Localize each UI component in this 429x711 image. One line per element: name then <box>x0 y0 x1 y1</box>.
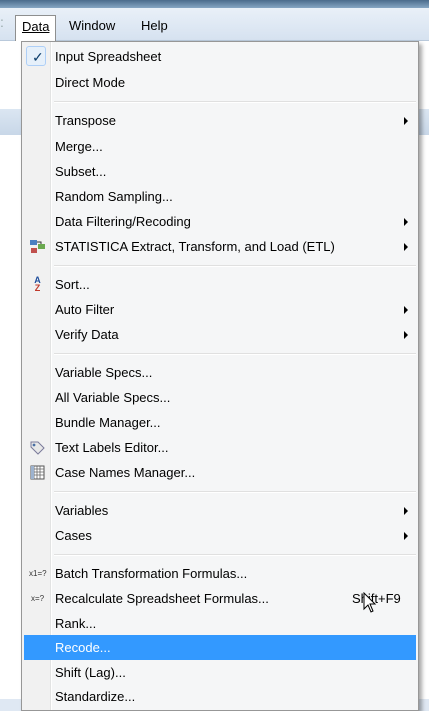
menu-item-label: STATISTICA Extract, Transform, and Load … <box>55 239 335 254</box>
menu-item-label: Subset... <box>55 164 107 179</box>
menu-item-recode[interactable]: Recode... <box>24 635 416 660</box>
menu-separator <box>54 101 416 103</box>
menu-item-recalculate-formulas[interactable]: x=? Recalculate Spreadsheet Formulas... … <box>24 586 416 611</box>
menu-item-merge[interactable]: Merge... <box>24 134 416 159</box>
menu-item-data-filtering[interactable]: Data Filtering/Recoding <box>24 209 416 234</box>
menu-item-label: Recode... <box>55 640 111 655</box>
menu-item-label: Auto Filter <box>55 302 115 317</box>
menu-separator <box>54 265 416 267</box>
menu-item-label: Input Spreadsheet <box>55 49 162 64</box>
menu-item-variables[interactable]: Variables <box>24 498 416 523</box>
formula-batch-icon: x1=? <box>29 569 47 578</box>
menu-help-label: Help <box>141 18 168 33</box>
menu-item-subset[interactable]: Subset... <box>24 159 416 184</box>
menu-item-verify-data[interactable]: Verify Data <box>24 322 416 347</box>
menu-separator <box>54 353 416 355</box>
menu-item-input-spreadsheet[interactable]: ✓ Input Spreadsheet <box>24 44 416 69</box>
tag-icon <box>29 439 46 456</box>
menu-data[interactable]: Data <box>15 15 57 41</box>
menu-window-label: Window <box>69 18 116 33</box>
menu-item-label: Rank... <box>55 616 97 631</box>
menu-item-label: Data Filtering/Recoding <box>55 214 191 229</box>
menu-help[interactable]: Help <box>135 15 174 37</box>
menu-item-rank[interactable]: Rank... <box>24 611 416 636</box>
menu-item-bundle-manager[interactable]: Bundle Manager... <box>24 410 416 435</box>
menu-item-direct-mode[interactable]: Direct Mode <box>24 70 416 95</box>
menu-item-label: Text Labels Editor... <box>55 440 169 455</box>
menu-item-label: Shift (Lag)... <box>55 665 126 680</box>
menu-item-label: Direct Mode <box>55 75 126 90</box>
menu-item-standardize[interactable]: Standardize... <box>24 684 416 709</box>
menu-data-label: Data <box>22 19 50 34</box>
menu-item-variable-specs[interactable]: Variable Specs... <box>24 360 416 385</box>
menu-item-sort[interactable]: A Z Sort... <box>24 272 416 297</box>
menu-separator <box>54 554 416 556</box>
mouse-cursor-icon <box>363 592 377 613</box>
menu-bar: : Data Window Help <box>0 8 429 41</box>
menu-item-label: Variable Specs... <box>55 365 153 380</box>
submenu-arrow-icon <box>404 507 408 515</box>
menu-item-auto-filter[interactable]: Auto Filter <box>24 297 416 322</box>
menu-item-label: Variables <box>55 503 109 518</box>
menu-item-random-sampling[interactable]: Random Sampling... <box>24 184 416 209</box>
submenu-arrow-icon <box>404 117 408 125</box>
menu-item-label: Random Sampling... <box>55 189 173 204</box>
formula-icon: x=? <box>30 594 45 603</box>
menu-item-transpose[interactable]: Transpose <box>24 108 416 133</box>
checkmark-box: ✓ <box>26 46 46 66</box>
menu-item-label: Standardize... <box>55 689 136 704</box>
menu-item-cases[interactable]: Cases <box>24 523 416 548</box>
checkmark-icon: ✓ <box>32 49 44 65</box>
submenu-arrow-icon <box>404 218 408 226</box>
menu-item-case-names-manager[interactable]: Case Names Manager... <box>24 460 416 485</box>
menu-item-all-variable-specs[interactable]: All Variable Specs... <box>24 385 416 410</box>
submenu-arrow-icon <box>404 306 408 314</box>
menu-item-label: Batch Transformation Formulas... <box>55 566 248 581</box>
menu-separator <box>54 491 416 493</box>
submenu-arrow-icon <box>404 331 408 339</box>
menubar-separator: : <box>0 14 4 30</box>
data-dropdown-menu: ✓ Input Spreadsheet Direct Mode Transpos… <box>21 41 419 711</box>
menu-item-batch-transformation-formulas[interactable]: x1=? Batch Transformation Formulas... <box>24 561 416 586</box>
submenu-arrow-icon <box>404 532 408 540</box>
menu-item-label: Case Names Manager... <box>55 465 196 480</box>
window-title-bar <box>0 0 429 8</box>
sort-az-icon: A Z <box>29 276 46 293</box>
menu-item-label: Merge... <box>55 139 103 154</box>
menu-window[interactable]: Window <box>63 15 121 37</box>
menu-item-text-labels-editor[interactable]: Text Labels Editor... <box>24 435 416 460</box>
menu-item-label: Bundle Manager... <box>55 415 161 430</box>
submenu-arrow-icon <box>404 243 408 251</box>
menu-item-label: All Variable Specs... <box>55 390 171 405</box>
menu-item-label: Transpose <box>55 113 116 128</box>
menu-item-label: Verify Data <box>55 327 119 342</box>
sort-icon-z: Z <box>34 283 41 293</box>
menu-item-etl[interactable]: STATISTICA Extract, Transform, and Load … <box>24 234 416 259</box>
menu-item-shift-lag[interactable]: Shift (Lag)... <box>24 660 416 685</box>
menu-item-label: Recalculate Spreadsheet Formulas... <box>55 591 269 606</box>
grid-icon <box>29 464 46 481</box>
menu-item-label: Cases <box>55 528 92 543</box>
etl-icon <box>29 238 46 255</box>
menu-item-label: Sort... <box>55 277 90 292</box>
